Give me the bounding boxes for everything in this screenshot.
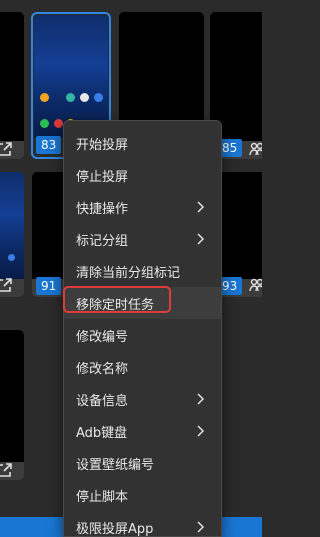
open-external-icon[interactable] <box>0 276 14 294</box>
annotation-highlight-box <box>63 286 171 313</box>
app-icon <box>94 93 103 102</box>
menu-item-mark-group[interactable]: 标记分组 <box>64 223 221 255</box>
app-icon <box>54 119 63 128</box>
chevron-right-icon <box>197 425 205 437</box>
menu-item-label: 停止脚本 <box>76 489 129 505</box>
chevron-right-icon <box>197 201 205 213</box>
device-tile[interactable] <box>0 330 24 480</box>
device-screen <box>0 172 24 279</box>
phone-wallpaper <box>0 172 24 279</box>
app-icon <box>40 119 49 128</box>
menu-item-quick-actions[interactable]: 快捷操作 <box>64 191 221 223</box>
menu-item-rename[interactable]: 修改名称 <box>64 351 221 383</box>
chevron-right-icon <box>197 521 205 533</box>
device-context-menu: 开始投屏 停止投屏 快捷操作 标记分组 清除当前分组标记 移除定时任务 修改编号… <box>63 120 222 537</box>
device-number-badge: 91 <box>36 277 62 295</box>
menu-item-label: 快捷操作 <box>76 201 129 217</box>
device-screen <box>0 12 24 141</box>
app-icon <box>80 93 89 102</box>
menu-item-label: 开始投屏 <box>76 137 129 153</box>
menu-item-label: 修改名称 <box>76 361 129 377</box>
menu-item-adb-keyboard[interactable]: Adb键盘 <box>64 415 221 447</box>
menu-item-label: Adb键盘 <box>76 425 128 441</box>
device-screen <box>0 330 24 462</box>
menu-item-clear-group-mark[interactable]: 清除当前分组标记 <box>64 255 221 287</box>
chevron-right-icon <box>197 233 205 245</box>
menu-item-label: 设备信息 <box>76 393 129 409</box>
menu-item-label: 修改编号 <box>76 329 129 345</box>
menu-item-extreme-mirror-app[interactable]: 极限投屏App <box>64 511 221 537</box>
device-number-badge: 83 <box>36 136 62 154</box>
device-grid-window: 83 85 91 93 开始投屏 停止投屏 快捷操作 标记分组 清除当前分组标记… <box>0 0 262 537</box>
menu-item-stop-mirror[interactable]: 停止投屏 <box>64 159 221 191</box>
menu-item-start-mirror[interactable]: 开始投屏 <box>64 127 221 159</box>
device-tile[interactable] <box>0 172 24 297</box>
menu-item-set-wallpaper-number[interactable]: 设置壁纸编号 <box>64 447 221 479</box>
open-external-icon[interactable] <box>0 140 14 158</box>
menu-item-label: 极限投屏App <box>76 521 154 537</box>
app-icon <box>66 93 75 102</box>
app-icon <box>8 254 15 261</box>
menu-item-label: 设置壁纸编号 <box>76 457 155 473</box>
device-tile[interactable] <box>0 12 24 159</box>
menu-item-label: 清除当前分组标记 <box>76 265 181 281</box>
menu-item-device-info[interactable]: 设备信息 <box>64 383 221 415</box>
group-icon[interactable] <box>248 276 262 294</box>
menu-item-label: 标记分组 <box>76 233 129 249</box>
menu-item-edit-number[interactable]: 修改编号 <box>64 319 221 351</box>
group-icon[interactable] <box>248 140 262 158</box>
open-external-icon[interactable] <box>0 461 14 479</box>
chevron-right-icon <box>197 393 205 405</box>
app-icon <box>40 93 49 102</box>
menu-item-label: 停止投屏 <box>76 169 129 185</box>
menu-item-stop-script[interactable]: 停止脚本 <box>64 479 221 511</box>
